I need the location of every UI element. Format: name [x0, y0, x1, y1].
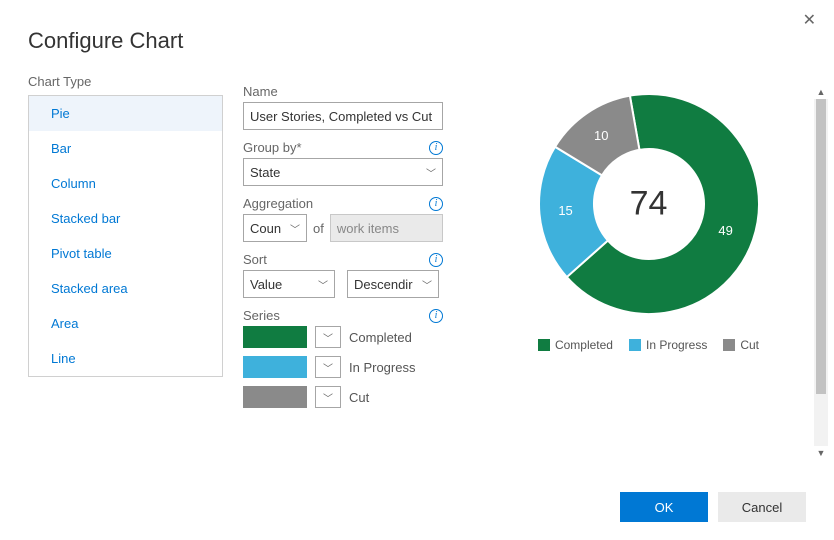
sort-field-label: Sort [243, 252, 267, 267]
name-field-label: Name [243, 84, 278, 99]
scroll-track[interactable] [814, 99, 828, 446]
chevron-down-icon: ﹀ [290, 221, 300, 236]
sort-direction-select[interactable]: Descendir ﹀ [347, 270, 439, 298]
series-color-swatch [243, 356, 307, 378]
scroll-up-icon[interactable]: ▲ [814, 85, 828, 99]
series-label: Completed [349, 330, 412, 345]
name-input[interactable] [243, 102, 443, 130]
info-icon[interactable]: i [429, 253, 443, 267]
aggregation-field-disabled: work items [330, 214, 443, 242]
series-row: ﹀ In Progress [243, 356, 443, 378]
close-icon[interactable]: ✕ [803, 10, 816, 30]
chevron-down-icon: ﹀ [323, 330, 333, 345]
legend-swatch [538, 339, 550, 351]
legend-item: In Progress [629, 338, 707, 352]
aggregation-of-label: of [313, 221, 324, 236]
chart-type-list: PieBarColumnStacked barPivot tableStacke… [28, 95, 223, 377]
series-field-label: Series [243, 308, 280, 323]
scroll-thumb[interactable] [816, 99, 826, 394]
chart-type-item-bar[interactable]: Bar [29, 131, 222, 166]
groupby-select[interactable]: State ﹀ [243, 158, 443, 186]
series-row: ﹀ Completed [243, 326, 443, 348]
info-icon[interactable]: i [429, 141, 443, 155]
info-icon[interactable]: i [429, 309, 443, 323]
chart-type-item-stacked-area[interactable]: Stacked area [29, 271, 222, 306]
aggregation-select[interactable]: Coun ﹀ [243, 214, 307, 242]
chevron-down-icon: ﹀ [318, 277, 328, 292]
legend-label: Cut [740, 338, 759, 352]
series-label: Cut [349, 390, 369, 405]
aggregation-field-label: Aggregation [243, 196, 313, 211]
scrollbar[interactable]: ▲ ▼ [814, 85, 828, 460]
legend-label: In Progress [646, 338, 707, 352]
scroll-down-icon[interactable]: ▼ [814, 446, 828, 460]
series-color-swatch [243, 386, 307, 408]
legend-label: Completed [555, 338, 613, 352]
chevron-down-icon: ﹀ [426, 165, 436, 180]
chart-type-item-column[interactable]: Column [29, 166, 222, 201]
chart-type-item-pie[interactable]: Pie [29, 96, 222, 131]
chevron-down-icon: ﹀ [422, 277, 432, 292]
legend-item: Completed [538, 338, 613, 352]
legend-swatch [723, 339, 735, 351]
donut-slice-value: 10 [594, 128, 608, 143]
legend-item: Cut [723, 338, 759, 352]
chart-center-total: 74 [630, 185, 668, 224]
series-label: In Progress [349, 360, 415, 375]
chart-legend: Completed In Progress Cut [463, 338, 834, 352]
chevron-down-icon: ﹀ [323, 360, 333, 375]
donut-slice-value: 49 [718, 223, 732, 238]
donut-slice-value: 15 [558, 203, 572, 218]
series-color-dropdown[interactable]: ﹀ [315, 386, 341, 408]
legend-swatch [629, 339, 641, 351]
cancel-button[interactable]: Cancel [718, 492, 806, 522]
chart-type-label: Chart Type [28, 74, 223, 89]
ok-button[interactable]: OK [620, 492, 708, 522]
chart-type-item-line[interactable]: Line [29, 341, 222, 376]
dialog-title: Configure Chart [0, 0, 834, 54]
chevron-down-icon: ﹀ [323, 390, 333, 405]
chart-type-item-pivot-table[interactable]: Pivot table [29, 236, 222, 271]
chart-type-item-area[interactable]: Area [29, 306, 222, 341]
series-color-swatch [243, 326, 307, 348]
series-row: ﹀ Cut [243, 386, 443, 408]
info-icon[interactable]: i [429, 197, 443, 211]
sort-field-select[interactable]: Value ﹀ [243, 270, 335, 298]
series-color-dropdown[interactable]: ﹀ [315, 356, 341, 378]
chart-type-item-stacked-bar[interactable]: Stacked bar [29, 201, 222, 236]
chart-preview-donut: 74 49 15 10 [529, 84, 769, 324]
groupby-field-label: Group by* [243, 140, 302, 155]
series-color-dropdown[interactable]: ﹀ [315, 326, 341, 348]
